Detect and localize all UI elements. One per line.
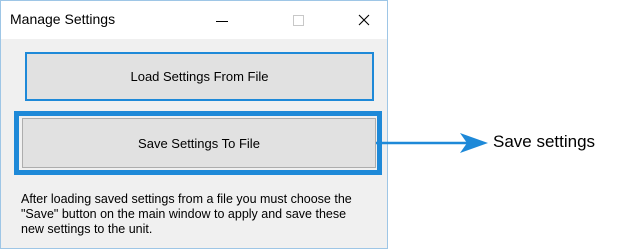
minimize-button[interactable] [199,1,245,39]
save-settings-button[interactable]: Save Settings To File [22,118,376,168]
manage-settings-window: Manage Settings Load Settings From File … [0,0,388,249]
maximize-button[interactable] [275,1,321,39]
maximize-icon [292,14,304,26]
close-button[interactable] [341,1,387,39]
load-settings-button[interactable]: Load Settings From File [25,52,374,101]
instruction-note: After loading saved settings from a file… [21,192,352,236]
callout-label: Save settings [493,132,596,151]
minimize-icon [216,20,228,22]
title-bar[interactable]: Manage Settings [1,1,387,39]
window-title: Manage Settings [10,11,116,27]
close-icon [358,14,370,26]
callout-arrow-icon [376,133,488,153]
